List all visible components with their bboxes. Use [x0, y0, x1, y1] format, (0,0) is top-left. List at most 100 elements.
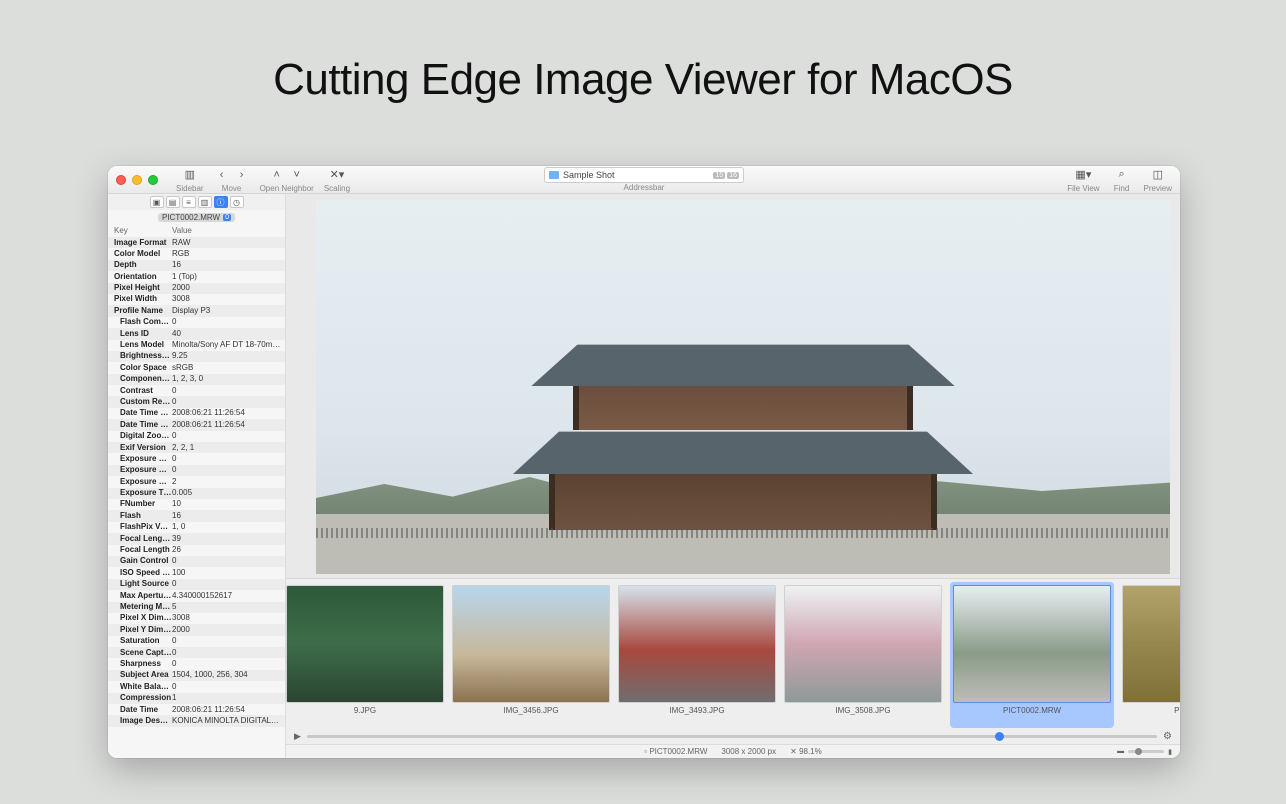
metadata-row[interactable]: Focal Length I...39 [108, 533, 285, 544]
metadata-row[interactable]: Orientation1 (Top) [108, 271, 285, 282]
thumbnail-item[interactable]: 9.JPG [286, 585, 444, 728]
metadata-key: Image Descrip... [114, 716, 172, 726]
forward-icon[interactable]: › [234, 167, 250, 183]
metadata-row[interactable]: Scene Capture...0 [108, 647, 285, 658]
metadata-row[interactable]: Subject Area1504, 1000, 256, 304 [108, 670, 285, 681]
sidebar-tab[interactable]: ◷ [230, 196, 244, 208]
metadata-row[interactable]: Exposure Time0.005 [108, 488, 285, 499]
down-icon[interactable]: ˅ [289, 167, 305, 183]
sidebar-tab[interactable]: ▥ [198, 196, 212, 208]
metadata-value: 0 [172, 579, 281, 589]
status-bar: ▫ PICT0002.MRW 3008 x 2000 px ✕ 98.1% ▬ … [286, 744, 1180, 758]
metadata-row[interactable]: White Balance0 [108, 681, 285, 692]
metadata-row[interactable]: Flash16 [108, 510, 285, 521]
play-icon[interactable]: ▶ [294, 731, 301, 742]
metadata-value: 2000 [172, 283, 281, 293]
metadata-row[interactable]: Depth16 [108, 260, 285, 271]
open-neighbor-group[interactable]: ˄ ˅ Open Neighbor [260, 167, 314, 193]
find-button[interactable]: ⌕ Find [1114, 167, 1130, 193]
filmstrip-slider[interactable] [307, 735, 1157, 738]
thumbnail-item[interactable]: IMG_3508.JPG [784, 585, 942, 728]
back-icon[interactable]: ‹ [214, 167, 230, 183]
sidebar-tab[interactable]: ≡ [182, 196, 196, 208]
metadata-row[interactable]: Pixel Height2000 [108, 283, 285, 294]
close-icon[interactable] [116, 175, 126, 185]
file-view-button[interactable]: ▦▾ File View [1067, 167, 1099, 193]
metadata-value: 16 [172, 511, 281, 521]
metadata-row[interactable]: ISO Speed Rat...100 [108, 567, 285, 578]
thumbnail-item[interactable]: PICT0025.JPG [1122, 585, 1180, 728]
status-dimensions: 3008 x 2000 px [721, 747, 776, 756]
metadata-row[interactable]: Pixel Y Dimens...2000 [108, 624, 285, 635]
window-controls [116, 175, 158, 185]
metadata-row[interactable]: Contrast0 [108, 385, 285, 396]
metadata-row[interactable]: Date Time2008:06:21 11:26:54 [108, 704, 285, 715]
image-viewport[interactable] [316, 200, 1170, 574]
metadata-row[interactable]: Image Descrip...KONICA MINOLTA DIGITAL C… [108, 715, 285, 726]
sidebar-toggle[interactable]: ▥ Sidebar [176, 167, 204, 193]
sidebar-tab[interactable]: ▣ [150, 196, 164, 208]
metadata-row[interactable]: Exif Version2, 2, 1 [108, 442, 285, 453]
tag-chip[interactable]: 16 [727, 172, 739, 179]
metadata-key: Pixel Height [114, 283, 172, 293]
metadata-row[interactable]: FNumber10 [108, 499, 285, 510]
metadata-row[interactable]: Flash Compen...0 [108, 317, 285, 328]
preview-button[interactable]: ◫ Preview [1144, 167, 1172, 193]
thumbnail-item[interactable]: PICT0002.MRW [950, 582, 1114, 728]
metadata-row[interactable]: Date Time Ori...2008:06:21 11:26:54 [108, 419, 285, 430]
metadata-row[interactable]: Lens ID40 [108, 328, 285, 339]
metadata-row[interactable]: Saturation0 [108, 636, 285, 647]
metadata-row[interactable]: Focal Length26 [108, 545, 285, 556]
metadata-row[interactable]: Gain Control0 [108, 556, 285, 567]
zoom-icon[interactable] [148, 175, 158, 185]
metadata-row[interactable]: Metering Mode5 [108, 602, 285, 613]
zoom-slider[interactable]: ▬ ▮ [1117, 748, 1172, 756]
metadata-row[interactable]: Color ModelRGB [108, 248, 285, 259]
metadata-value: 0 [172, 556, 281, 566]
sidebar-tab[interactable]: ▤ [166, 196, 180, 208]
metadata-key: Lens Model [114, 340, 172, 350]
metadata-row[interactable]: Image FormatRAW [108, 237, 285, 248]
metadata-key: Depth [114, 260, 172, 270]
metadata-row[interactable]: Exposure Mode0 [108, 465, 285, 476]
up-icon[interactable]: ˄ [269, 167, 285, 183]
metadata-row[interactable]: Components C...1, 2, 3, 0 [108, 374, 285, 385]
scaling-group[interactable]: ✕▾ Scaling [324, 167, 350, 193]
metadata-row[interactable]: Date Time Digi...2008:06:21 11:26:54 [108, 408, 285, 419]
metadata-row[interactable]: Lens ModelMinolta/Sony AF DT 18-70mm F 3… [108, 340, 285, 351]
metadata-row[interactable]: Sharpness0 [108, 658, 285, 669]
zoom-in-icon[interactable]: ▮ [1168, 748, 1172, 756]
metadata-key: Metering Mode [114, 602, 172, 612]
metadata-value: 4.340000152617 [172, 591, 281, 601]
zoom-out-icon[interactable]: ▬ [1117, 748, 1124, 755]
metadata-row[interactable]: Pixel Width3008 [108, 294, 285, 305]
metadata-row[interactable]: Digital Zoom R...0 [108, 431, 285, 442]
metadata-row[interactable]: Color SpacesRGB [108, 362, 285, 373]
metadata-row[interactable]: Light Source0 [108, 579, 285, 590]
metadata-row[interactable]: Profile NameDisplay P3 [108, 305, 285, 316]
metadata-row[interactable]: Pixel X Dimens...3008 [108, 613, 285, 624]
thumbnail-item[interactable]: IMG_3456.JPG [452, 585, 610, 728]
thumbnail-item[interactable]: IMG_3493.JPG [618, 585, 776, 728]
metadata-value: RAW [172, 238, 281, 248]
minimize-icon[interactable] [132, 175, 142, 185]
gear-icon[interactable]: ⚙ [1163, 731, 1172, 742]
metadata-row[interactable]: FlashPix Version1, 0 [108, 522, 285, 533]
metadata-value: 100 [172, 568, 281, 578]
metadata-row[interactable]: Exposure Prog...2 [108, 476, 285, 487]
metadata-row[interactable]: Brightness Val...9.25 [108, 351, 285, 362]
metadata-row[interactable]: Exposure Bias...0 [108, 453, 285, 464]
scaling-icon[interactable]: ✕▾ [329, 167, 345, 183]
move-group[interactable]: ‹ › Move [214, 167, 250, 193]
sidebar-tab-info[interactable]: ⓘ [214, 196, 228, 208]
sidebar-tabs: ▣ ▤ ≡ ▥ ⓘ ◷ [108, 194, 285, 210]
toolbar-label: Preview [1144, 184, 1172, 193]
metadata-row[interactable]: Custom Rende...0 [108, 396, 285, 407]
metadata-row[interactable]: Max Aperture...4.340000152617 [108, 590, 285, 601]
sidebar-breadcrumb[interactable]: PICT0002.MRW 0 [108, 210, 285, 224]
tag-chip[interactable]: 15 [713, 172, 725, 179]
thumbnail-row[interactable]: 9.JPGIMG_3456.JPGIMG_3493.JPGIMG_3508.JP… [286, 579, 1180, 728]
metadata-row[interactable]: Compression1 [108, 693, 285, 704]
metadata-list[interactable]: Image FormatRAWColor ModelRGBDepth16Orie… [108, 237, 285, 758]
address-bar[interactable]: Sample Shot 15 16 [544, 167, 744, 183]
